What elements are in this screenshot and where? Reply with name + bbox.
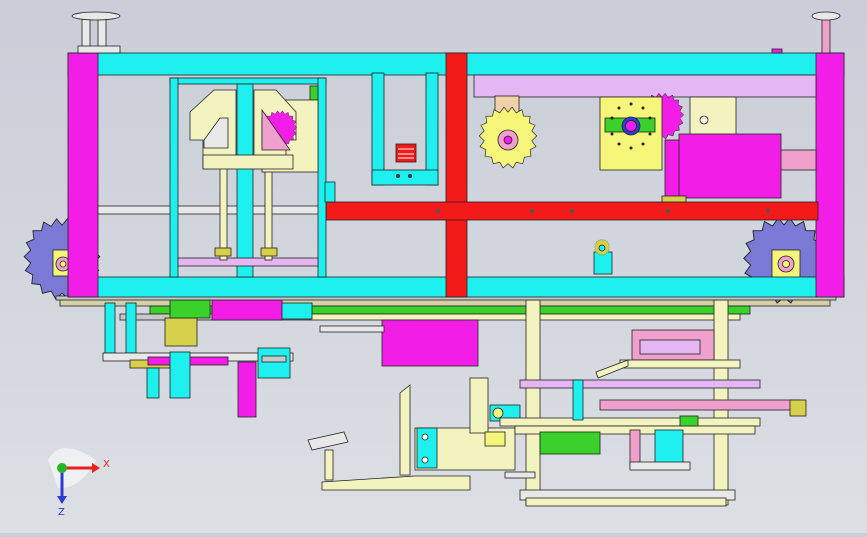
right-lower-carriage xyxy=(499,299,807,507)
guide-bracket xyxy=(307,377,521,491)
x-axis-arrow xyxy=(92,463,100,473)
cad-viewport[interactable]: X Z xyxy=(0,0,867,533)
drive-gear-left xyxy=(478,106,538,169)
z-axis-label: Z xyxy=(58,507,65,518)
view-triad: X Z xyxy=(48,448,110,518)
left-lower-assembly xyxy=(102,299,313,418)
y-axis-dot xyxy=(57,463,67,473)
x-axis-label: X xyxy=(103,459,110,470)
drive-motor xyxy=(661,133,782,203)
center-u-bracket xyxy=(324,72,439,203)
assembly-drawing: X Z xyxy=(23,11,845,518)
lifting-head-assembly xyxy=(189,89,319,173)
chain-tensioner xyxy=(593,239,613,275)
z-axis-arrow xyxy=(57,496,67,504)
center-lower-block xyxy=(319,319,479,367)
